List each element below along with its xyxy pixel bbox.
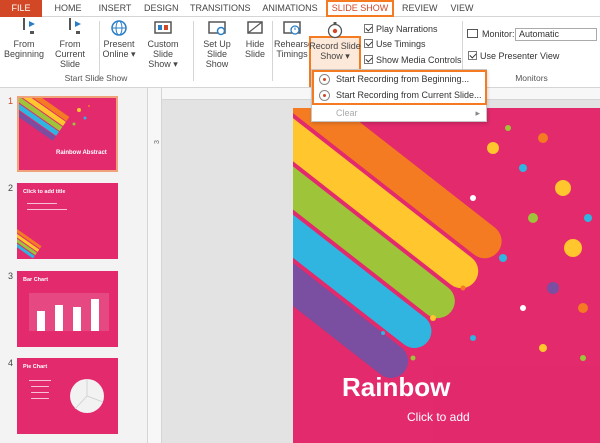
ribbon: From Beginning From Current Slide Presen…	[0, 17, 600, 88]
chevron-right-icon: ▸	[475, 108, 480, 118]
bullet-line	[31, 398, 49, 399]
presenter-view-label: Use Presenter View	[480, 51, 560, 61]
from-current-label-2: Current Slide	[54, 49, 85, 69]
rehearse-label-1: Rehearse	[274, 39, 314, 49]
globe-icon	[109, 19, 129, 37]
tab-animations[interactable]: ANIMATIONS	[262, 0, 318, 17]
slideshow-current-icon	[60, 18, 81, 37]
present-online-label-1: Present	[103, 39, 135, 49]
tab-review[interactable]: REVIEW	[402, 0, 438, 17]
rehearse-label-2: Timings	[276, 49, 308, 59]
play-narrations-checkbox[interactable]: Play Narrations	[364, 24, 438, 34]
monitor-label: Monitor:	[482, 29, 515, 39]
set-up-label-2: Slide Show	[205, 49, 229, 69]
from-beginning-button[interactable]: From Beginning	[4, 18, 45, 59]
menu-item-label: Clear	[336, 108, 358, 118]
slide-thumbnail-3[interactable]: Bar Chart	[17, 271, 118, 347]
custom-show-label-2: Show ▾	[148, 59, 178, 69]
thumbnail-title: Rainbow Abstract	[56, 150, 107, 156]
tab-transitions[interactable]: TRANSITIONS	[190, 0, 251, 17]
checkbox-checked-icon	[364, 24, 373, 33]
play-narrations-label: Play Narrations	[376, 24, 438, 34]
slide-thumbnail-2[interactable]: Click to add title	[17, 183, 118, 259]
use-timings-label: Use Timings	[376, 39, 426, 49]
record-icon	[319, 74, 330, 85]
slide-number: 4	[8, 358, 14, 368]
bullet-line	[27, 203, 57, 204]
slide-thumbnail-4[interactable]: Pie Chart	[17, 358, 118, 434]
custom-show-icon	[153, 19, 173, 37]
menu-item-label: Start Recording from Current Slide...	[336, 90, 482, 100]
show-media-controls-checkbox[interactable]: Show Media Controls	[364, 55, 462, 65]
slide-number: 3	[8, 271, 14, 281]
tab-insert[interactable]: INSERT	[96, 0, 134, 17]
checkbox-checked-icon	[364, 55, 373, 64]
hide-label-2: Slide	[244, 49, 265, 59]
clear-item[interactable]: Clear ▸	[314, 106, 486, 121]
set-up-slide-show-button[interactable]: Set Up Slide Show	[195, 19, 239, 69]
slide-thumbnail-1[interactable]: Rainbow Abstract	[17, 96, 118, 172]
record-label-2: Show ▾	[320, 51, 350, 61]
vertical-ruler: 3	[148, 88, 162, 443]
record-slide-show-button[interactable]: Record Slide Show ▾	[309, 21, 361, 61]
bullet-line	[29, 380, 51, 381]
from-current-label-1: From	[59, 39, 81, 49]
rehearse-timings-button[interactable]: Rehearse Timings	[274, 19, 314, 59]
monitor-dropdown[interactable]: Automatic	[515, 28, 597, 41]
slide-editing-canvas: Rainbow Click to add	[162, 100, 600, 443]
setup-icon	[207, 19, 227, 37]
present-online-label-2: Online ▾	[102, 49, 136, 59]
bullet-line	[31, 386, 49, 387]
rehearse-timer-icon	[282, 19, 302, 37]
show-media-controls-label: Show Media Controls	[376, 55, 462, 65]
slide-subtitle-placeholder[interactable]: Click to add	[407, 410, 470, 424]
menu-item-label: Start Recording from Beginning...	[336, 74, 470, 84]
use-presenter-view-checkbox[interactable]: Use Presenter View	[468, 51, 559, 61]
tab-view[interactable]: VIEW	[448, 0, 476, 17]
from-beginning-label-1: From	[13, 39, 35, 49]
tab-slide-show[interactable]: SLIDE SHOW	[326, 0, 394, 17]
start-recording-from-beginning-item[interactable]: Start Recording from Beginning...	[314, 72, 486, 87]
slide-number: 1	[8, 96, 14, 106]
custom-show-label-1: Custom Slide	[147, 39, 179, 59]
bullet-line	[27, 209, 67, 210]
record-stopwatch-icon	[325, 21, 345, 39]
bullet-line	[31, 392, 49, 393]
hide-slide-icon	[245, 19, 265, 37]
divider	[193, 21, 194, 81]
thumbnail-title: Pie Chart	[23, 364, 48, 370]
ribbon-tab-bar: FILE HOME INSERT DESIGN TRANSITIONS ANIM…	[0, 0, 600, 17]
record-label-1: Record Slide	[309, 41, 361, 51]
record-icon	[319, 90, 330, 101]
tab-file[interactable]: FILE	[0, 0, 42, 17]
monitor-icon	[467, 29, 478, 38]
checkbox-checked-icon	[364, 39, 373, 48]
divider	[272, 21, 273, 81]
slide-title[interactable]: Rainbow	[342, 372, 450, 403]
from-current-slide-button[interactable]: From Current Slide	[44, 18, 96, 69]
start-slide-show-group-label: Start Slide Show	[64, 73, 128, 83]
checkbox-checked-icon	[468, 51, 477, 60]
hide-label-1: Hide	[245, 39, 265, 49]
set-up-label-1: Set Up	[203, 39, 231, 49]
ruler-mark: 3	[154, 140, 161, 144]
start-recording-from-current-item[interactable]: Start Recording from Current Slide...	[314, 88, 486, 103]
thumbnail-title: Click to add title	[23, 189, 66, 195]
present-online-button[interactable]: Present Online ▾	[101, 19, 137, 59]
use-timings-checkbox[interactable]: Use Timings	[364, 39, 426, 49]
slideshow-play-icon	[14, 18, 35, 37]
tab-design[interactable]: DESIGN	[144, 0, 179, 17]
pie-chart-thumbnail	[70, 379, 104, 413]
bar-chart-thumbnail	[29, 293, 109, 331]
divider	[99, 21, 100, 81]
hide-slide-button[interactable]: Hide Slide	[240, 19, 270, 59]
slide-number: 2	[8, 183, 14, 193]
thumbnail-title: Bar Chart	[23, 277, 49, 283]
from-beginning-label-2: Beginning	[4, 49, 45, 59]
record-slide-show-menu: Start Recording from Beginning... Start …	[311, 69, 487, 122]
custom-slide-show-button[interactable]: Custom Slide Show ▾	[137, 19, 189, 69]
tab-home[interactable]: HOME	[52, 0, 84, 17]
